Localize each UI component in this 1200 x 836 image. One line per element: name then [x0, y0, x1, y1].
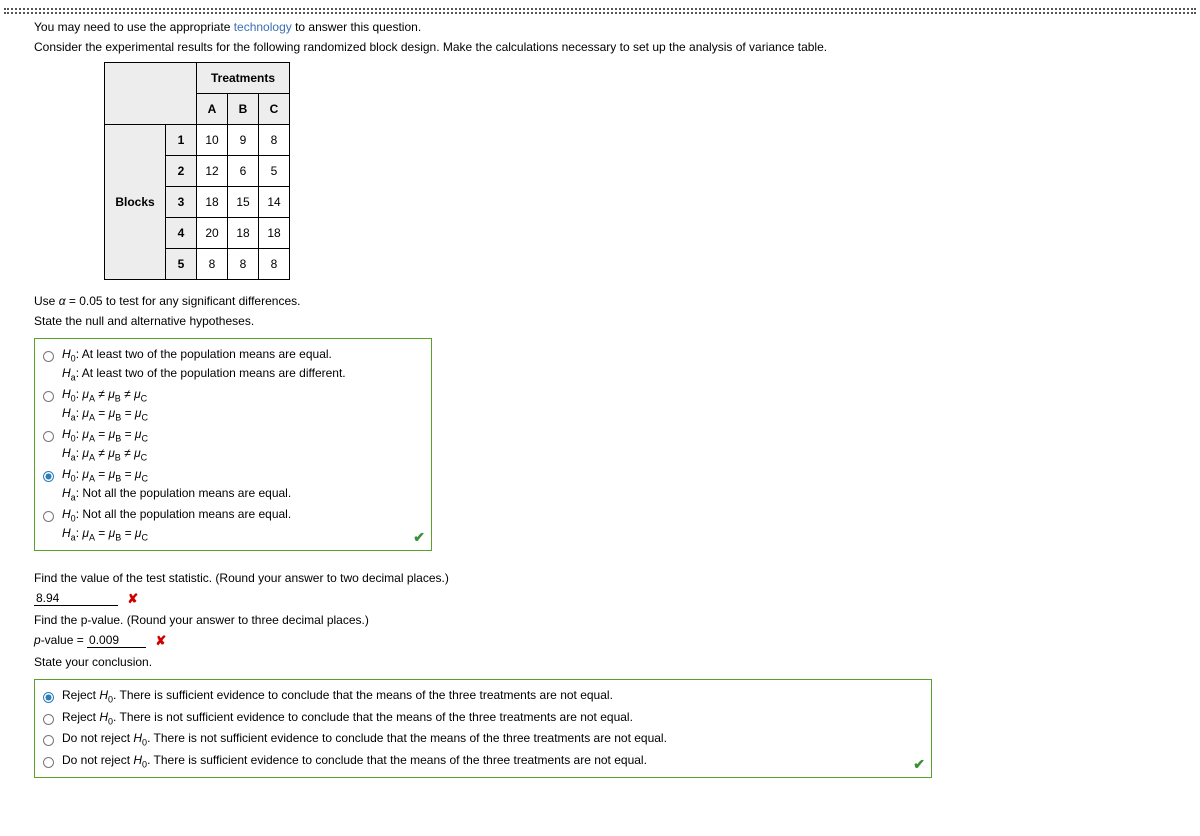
treatments-header: Treatments	[197, 63, 290, 94]
check-icon: ✔	[913, 756, 925, 773]
cell: 15	[228, 187, 259, 218]
instruction-text: Consider the experimental results for th…	[34, 40, 1166, 54]
data-table: Treatments A B C Blocks 1 10 9 8 2 12 6 …	[104, 62, 290, 280]
conclusion-option-2[interactable]: Reject H0. There is not sufficient evide…	[43, 709, 923, 728]
wrong-icon: ✘	[127, 591, 138, 606]
cell: 20	[197, 218, 228, 249]
radio-icon[interactable]	[43, 351, 54, 362]
radio-icon[interactable]	[43, 735, 54, 746]
cell: 12	[197, 156, 228, 187]
block-4: 4	[166, 218, 197, 249]
cell: 8	[259, 125, 290, 156]
blocks-header: Blocks	[105, 125, 166, 280]
radio-icon[interactable]	[43, 692, 54, 703]
cell: 18	[259, 218, 290, 249]
alpha-line: Use α = 0.05 to test for any significant…	[34, 294, 1166, 308]
hyp-option-2[interactable]: H0: μA ≠ μB ≠ μC Ha: μA = μB = μC	[43, 386, 423, 423]
intro-suffix: to answer this question.	[292, 20, 421, 34]
hyp-option-3[interactable]: H0: μA = μB = μC Ha: μA ≠ μB ≠ μC	[43, 426, 423, 463]
pvalue-input[interactable]: 0.009	[87, 633, 146, 648]
hypotheses-options: H0: At least two of the population means…	[34, 338, 432, 551]
cell: 8	[228, 249, 259, 280]
state-conclusion: State your conclusion.	[34, 655, 1166, 669]
wrong-icon: ✘	[155, 633, 166, 648]
radio-icon[interactable]	[43, 714, 54, 725]
block-1: 1	[166, 125, 197, 156]
conclusion-option-4[interactable]: Do not reject H0. There is sufficient ev…	[43, 752, 923, 771]
radio-icon[interactable]	[43, 391, 54, 402]
cell: 8	[197, 249, 228, 280]
block-2: 2	[166, 156, 197, 187]
col-a: A	[197, 94, 228, 125]
intro-text: You may need to use the appropriate tech…	[34, 20, 1166, 34]
conclusion-option-3[interactable]: Do not reject H0. There is not sufficien…	[43, 730, 923, 749]
pvalue-answer-row: p-value = 0.009 ✘	[34, 633, 1166, 649]
block-5: 5	[166, 249, 197, 280]
block-3: 3	[166, 187, 197, 218]
technology-link[interactable]: technology	[234, 20, 292, 34]
conclusion-option-1[interactable]: Reject H0. There is sufficient evidence …	[43, 687, 923, 706]
cell: 6	[228, 156, 259, 187]
find-test-stat: Find the value of the test statistic. (R…	[34, 571, 1166, 585]
find-pvalue: Find the p-value. (Round your answer to …	[34, 613, 1166, 627]
cell: 5	[259, 156, 290, 187]
test-stat-input[interactable]: 8.94	[34, 591, 118, 606]
radio-icon[interactable]	[43, 471, 54, 482]
radio-icon[interactable]	[43, 511, 54, 522]
col-b: B	[228, 94, 259, 125]
conclusion-options: Reject H0. There is sufficient evidence …	[34, 679, 932, 778]
cell: 18	[228, 218, 259, 249]
intro-prefix: You may need to use the appropriate	[34, 20, 234, 34]
hyp-option-5[interactable]: H0: Not all the population means are equ…	[43, 506, 423, 543]
cell: 14	[259, 187, 290, 218]
check-icon: ✔	[413, 529, 425, 546]
test-stat-answer-row: 8.94 ✘	[34, 591, 1166, 607]
state-hypotheses: State the null and alternative hypothese…	[34, 314, 1166, 328]
radio-icon[interactable]	[43, 431, 54, 442]
cell: 8	[259, 249, 290, 280]
hyp-option-1[interactable]: H0: At least two of the population means…	[43, 346, 423, 383]
hyp-option-4[interactable]: H0: μA = μB = μC Ha: Not all the populat…	[43, 466, 423, 503]
cell: 9	[228, 125, 259, 156]
col-c: C	[259, 94, 290, 125]
cell: 18	[197, 187, 228, 218]
radio-icon[interactable]	[43, 757, 54, 768]
cell: 10	[197, 125, 228, 156]
